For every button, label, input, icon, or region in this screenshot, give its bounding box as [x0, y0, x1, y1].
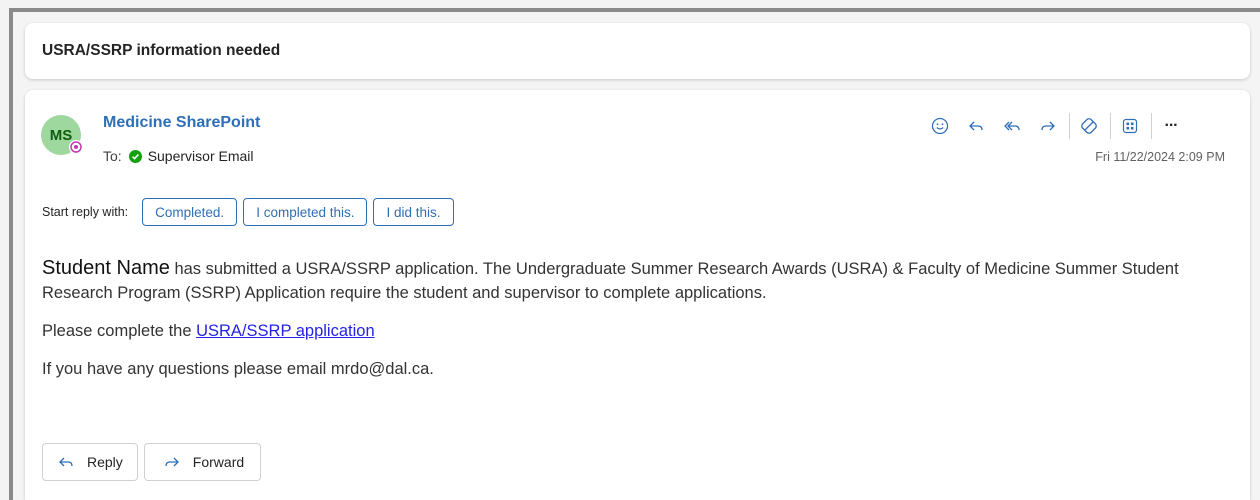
body-paragraph: Student Name has submitted a USRA/SSRP a…: [42, 256, 1222, 305]
suggested-replies: Start reply with: Completed. I completed…: [42, 197, 460, 227]
body-paragraph-text: has submitted a USRA/SSRP application. T…: [42, 260, 1179, 302]
sender-name[interactable]: Medicine SharePoint: [103, 114, 260, 132]
student-name: Student Name: [42, 257, 170, 279]
toolbar-divider: [1151, 113, 1152, 139]
more-icon[interactable]: ···: [1156, 111, 1186, 141]
toolbar-divider: [1069, 113, 1070, 139]
body-paragraph: If you have any questions please email m…: [42, 360, 434, 378]
apps-icon[interactable]: [1115, 111, 1145, 141]
presence-badge-icon: [69, 140, 83, 154]
message-timestamp: Fri 11/22/2024 2:09 PM: [1095, 150, 1225, 164]
emoji-icon[interactable]: [925, 111, 955, 141]
body-paragraph-text: Please complete the: [42, 322, 197, 340]
reply-actions: Reply Forward: [42, 443, 267, 481]
message-body: Student Name has submitted a USRA/SSRP a…: [42, 256, 1222, 381]
reply-icon: [59, 457, 73, 467]
forward-icon: [165, 457, 179, 467]
loop-icon[interactable]: [1074, 111, 1104, 141]
application-link[interactable]: USRA/SSRP application: [196, 322, 375, 340]
forward-button[interactable]: Forward: [143, 443, 262, 481]
recipient-line: To: Supervisor Email: [103, 148, 254, 164]
toolbar-divider: [1110, 113, 1111, 139]
avatar-initials: MS: [49, 126, 73, 144]
reply-icon[interactable]: [961, 111, 991, 141]
more-label: ···: [1164, 117, 1179, 134]
suggested-reply-i-did-this[interactable]: I did this.: [373, 198, 454, 226]
forward-icon[interactable]: [1033, 111, 1063, 141]
suggested-reply-i-completed-this[interactable]: I completed this.: [243, 198, 368, 226]
reply-all-icon[interactable]: [997, 111, 1027, 141]
suggested-replies-label: Start reply with:: [42, 205, 129, 219]
body-paragraph: Please complete the USRA/SSRP applicatio…: [42, 319, 1222, 343]
reply-button[interactable]: Reply: [42, 443, 138, 481]
recipient-name[interactable]: Supervisor Email: [148, 148, 254, 164]
reply-label: Reply: [87, 454, 123, 470]
suggested-reply-completed[interactable]: Completed.: [142, 198, 238, 226]
email-subject: USRA/SSRP information needed: [42, 42, 281, 59]
message-toolbar: ···: [925, 110, 1192, 142]
message-card: MS Medicine SharePoint To: Supervisor Em…: [25, 90, 1250, 500]
to-label: To:: [103, 148, 122, 164]
available-status-icon: [128, 149, 142, 163]
forward-label: Forward: [192, 454, 245, 470]
subject-header: USRA/SSRP information needed: [25, 23, 1250, 79]
